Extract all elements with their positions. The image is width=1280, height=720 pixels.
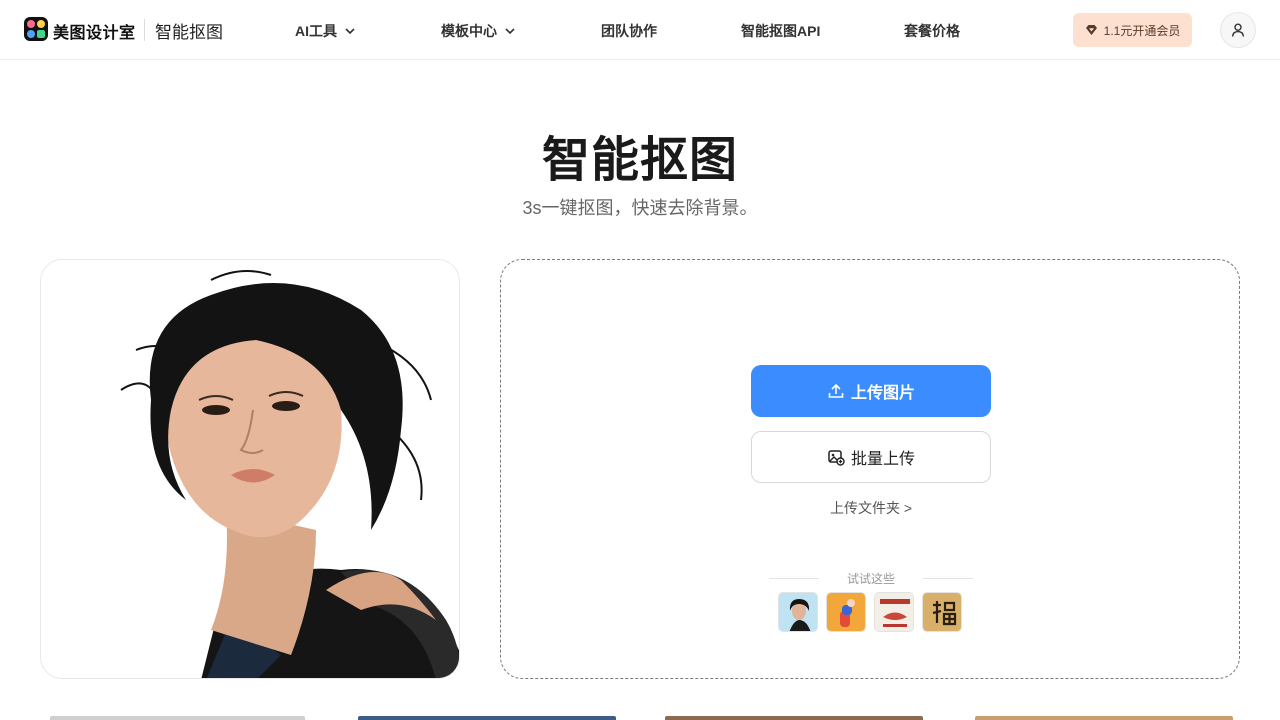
batch-upload-button[interactable]: 批量上传 (751, 431, 991, 483)
upload-icon (828, 383, 844, 398)
page-title: 智能抠图 (541, 134, 738, 187)
vip-button-label: 1.1元开通会员 (1103, 23, 1181, 38)
nav-team-collab-label: 团队协作 (601, 23, 657, 39)
next-section-card (665, 716, 923, 720)
chevron-down-icon (505, 28, 515, 35)
nav-template-center[interactable]: 模板中心 (441, 21, 517, 41)
sample-images (778, 592, 962, 632)
upload-image-label: 上传图片 (850, 385, 915, 402)
showcase-portrait-image (120, 270, 459, 678)
vip-button[interactable]: 1.1元开通会员 (1073, 13, 1192, 47)
nav-pricing-label: 套餐价格 (904, 23, 960, 39)
nav-team-collab[interactable]: 团队协作 (601, 21, 657, 41)
divider-line (769, 578, 819, 579)
showcase-card (40, 259, 460, 679)
brand-divider (144, 19, 145, 41)
nav-cutout-api[interactable]: 智能抠图API (741, 21, 820, 41)
nav-template-center-label: 模板中心 (441, 23, 497, 39)
next-section-card (358, 716, 616, 720)
divider-line (923, 578, 973, 579)
nav-cutout-api-label: 智能抠图API (741, 23, 821, 39)
account-button[interactable] (1220, 12, 1256, 48)
next-section-card (975, 716, 1233, 720)
upload-image-button[interactable]: 上传图片 (751, 365, 991, 417)
batch-upload-label: 批量上传 (850, 451, 915, 468)
product-name: 智能抠图 (155, 23, 223, 42)
top-navbar: 美图设计室 智能抠图 AI工具 模板中心 团队协作 智能抠图API 套餐价格 1… (0, 0, 1280, 60)
upload-folder-link[interactable]: 上传文件夹 > (751, 498, 991, 518)
diamond-icon (1085, 25, 1097, 35)
batch-images-icon (828, 450, 845, 466)
sample-image-calligraphy[interactable] (922, 592, 962, 632)
sample-image-poster[interactable] (874, 592, 914, 632)
nav-pricing[interactable]: 套餐价格 (904, 21, 960, 41)
upload-drop-zone[interactable]: 上传图片 批量上传 上传文件夹 > 试试这些 (500, 259, 1240, 679)
nav-ai-tools-label: AI工具 (295, 23, 337, 39)
meitu-logo-icon[interactable] (24, 17, 48, 41)
sample-image-portrait[interactable] (778, 592, 818, 632)
next-section-card (50, 716, 305, 720)
user-icon (1231, 23, 1245, 37)
brand-name[interactable]: 美图设计室 (53, 19, 136, 43)
chevron-down-icon (345, 28, 355, 35)
page-subtitle: 3s一键抠图，快速去除背景。 (522, 198, 758, 218)
nav-ai-tools[interactable]: AI工具 (295, 21, 357, 41)
try-samples-label: 试试这些 (846, 572, 895, 586)
sample-image-product[interactable] (826, 592, 866, 632)
